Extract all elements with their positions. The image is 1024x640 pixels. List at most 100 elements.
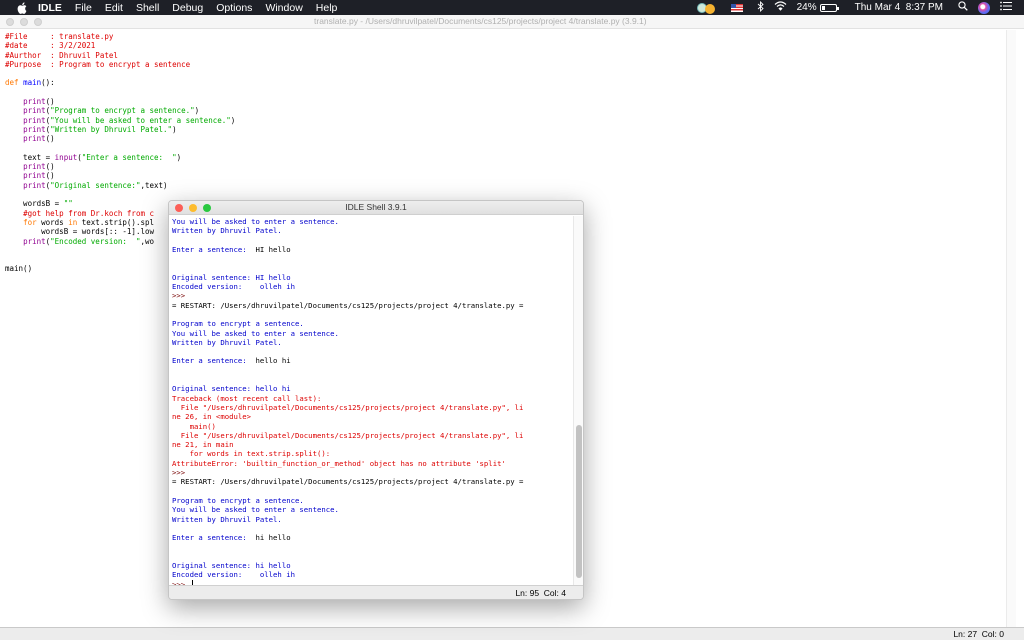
console-line: Written by Dhruvil Patel. (172, 338, 574, 347)
text-token: def (5, 78, 19, 88)
text-token: ) (176, 152, 182, 162)
text-token: ) (194, 106, 200, 116)
console-line: >>> (172, 291, 574, 300)
notification-center-icon[interactable] (1000, 1, 1012, 14)
menu-window[interactable]: Window (265, 2, 302, 14)
menu-options[interactable]: Options (216, 2, 252, 14)
code-line: print("Original sentence:",text) (5, 181, 235, 190)
shell-scroll-thumb[interactable] (576, 424, 582, 579)
shell-scrollbar[interactable] (573, 216, 583, 586)
text-token: Enter a sentence: (172, 244, 256, 254)
text-token: #got help from Dr.koch from c (23, 208, 155, 218)
text-token: #Purpose : Program to encrypt a sentence (5, 59, 191, 69)
console-line: Enter a sentence: HI hello (172, 245, 574, 254)
editor-titlebar[interactable]: translate.py - /Users/dhruvilpatel/Docum… (0, 15, 1024, 29)
menu-help[interactable]: Help (316, 2, 338, 14)
console-line: AttributeError: 'builtin_function_or_met… (172, 459, 574, 468)
code-line: #File : translate.py (5, 32, 235, 41)
text-token: main() (172, 421, 216, 431)
text-token: () (45, 162, 55, 172)
editor-cursor-position: Ln: 27 Col: 0 (953, 629, 1004, 639)
close-button[interactable] (6, 18, 14, 26)
bluetooth-icon[interactable] (757, 0, 764, 15)
text-token: Enter a sentence: (172, 356, 256, 366)
console-line: You will be asked to enter a sentence. (172, 505, 574, 514)
console-line: ne 21, in main (172, 440, 574, 449)
text-token: >>> (172, 468, 190, 478)
text-token: print (23, 134, 46, 144)
editor-scrollbar[interactable] (1006, 30, 1016, 627)
text-token: #date : 3/2/2021 (5, 41, 96, 51)
text-token: "" (63, 199, 73, 209)
console-line: Written by Dhruvil Patel. (172, 226, 574, 235)
minimize-button[interactable] (20, 18, 28, 26)
siri-icon[interactable] (978, 1, 990, 14)
apple-menu-icon[interactable] (15, 1, 29, 14)
shell-window-title: IDLE Shell 3.9.1 (345, 202, 407, 212)
code-line: print() (5, 162, 235, 171)
console-line: for words in text.strip.split(): (172, 449, 574, 458)
menu-file[interactable]: File (75, 2, 92, 14)
text-token: (): (41, 78, 55, 88)
console-line: main() (172, 422, 574, 431)
text-token: text.strip().spl (77, 217, 155, 227)
text-token: >>> (172, 291, 190, 301)
code-line: #Aurthor : Dhruvil Patel (5, 51, 235, 60)
text-token: hi hello (255, 533, 291, 543)
text-token: You will be asked to enter a sentence. (172, 217, 339, 226)
code-line: def main(): (5, 78, 235, 87)
text-token: AttributeError: 'builtin_function_or_met… (172, 458, 506, 468)
shell-titlebar[interactable]: IDLE Shell 3.9.1 (169, 201, 583, 215)
text-token: = RESTART: /Users/dhruvilpatel/Documents… (172, 477, 524, 487)
menu-debug[interactable]: Debug (172, 2, 203, 14)
menu-edit[interactable]: Edit (105, 2, 123, 14)
shell-console[interactable]: You will be asked to enter a sentence. Wr… (172, 217, 574, 589)
text-token: "Written by Dhruvil Patel." (50, 124, 173, 134)
menu-shell[interactable]: Shell (136, 2, 159, 14)
console-line: File "/Users/dhruvilpatel/Documents/cs12… (172, 431, 574, 440)
battery-percent: 24% (796, 2, 817, 13)
text-token: You will be asked to enter a sentence. (172, 328, 339, 338)
text-token: () (45, 171, 55, 181)
text-token: for (23, 217, 37, 227)
creative-cloud-icon[interactable] (696, 2, 721, 14)
shell-cursor-position: Ln: 95 Col: 4 (515, 588, 566, 598)
console-line: Encoded version: olleh ih (172, 282, 574, 291)
text-token: print (23, 236, 46, 246)
text-token: #Aurthor : Dhruvil Patel (5, 50, 118, 60)
console-line: Original sentence: hi hello (172, 561, 574, 570)
text-token: Program to encrypt a sentence. (172, 495, 304, 505)
clock[interactable]: Thu Mar 4 8:37 PM (855, 2, 943, 13)
menu-idle[interactable]: IDLE (38, 2, 62, 14)
code-line: print("Program to encrypt a sentence.") (5, 106, 235, 115)
console-line: Enter a sentence: hi hello (172, 533, 574, 542)
text-token: print (23, 115, 46, 125)
text-token: () (45, 134, 55, 144)
console-line: ne 26, in <module> (172, 412, 574, 421)
console-line: You will be asked to enter a sentence. (172, 217, 574, 226)
text-token: "Program to encrypt a sentence." (50, 106, 195, 116)
code-line: print() (5, 171, 235, 180)
zoom-button[interactable] (34, 18, 42, 26)
text-token: print (23, 180, 46, 190)
text-token: You will be asked to enter a sentence. (172, 505, 339, 515)
flag-us-icon[interactable] (730, 3, 743, 12)
spotlight-search-icon[interactable] (958, 1, 968, 14)
wifi-icon[interactable] (774, 1, 787, 14)
battery-icon[interactable] (819, 3, 839, 12)
